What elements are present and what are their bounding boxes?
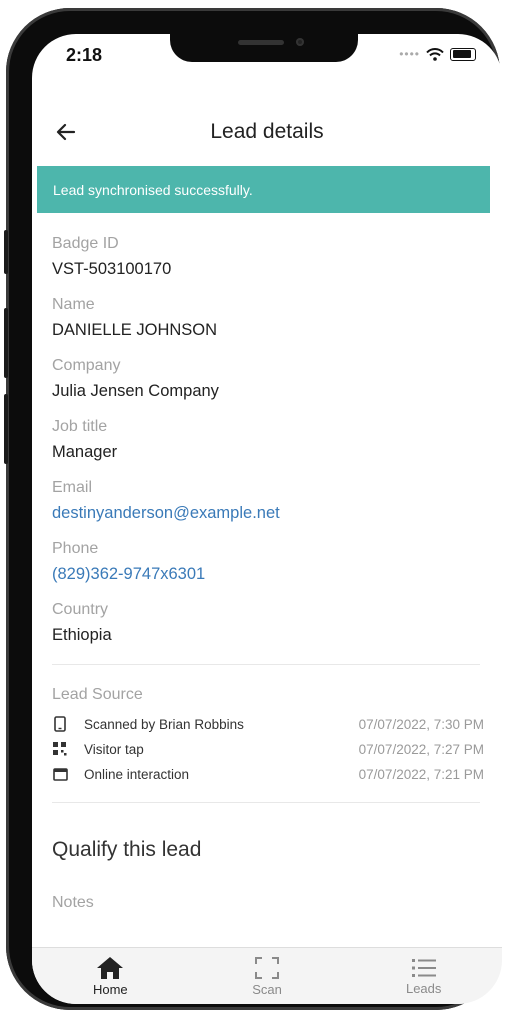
lead-source-text: Visitor tap xyxy=(84,741,144,757)
lead-source-label: Lead Source xyxy=(52,686,143,703)
home-icon xyxy=(97,956,124,979)
name-label: Name xyxy=(52,296,95,313)
bottom-navigation: Home Scan Leads xyxy=(32,947,502,1004)
sync-success-banner: Lead synchronised successfully. xyxy=(37,166,490,213)
phone-label: Phone xyxy=(52,540,99,557)
phone-field: Phone (829)362-9747x6301 xyxy=(52,539,205,585)
lead-source-text: Scanned by Brian Robbins xyxy=(84,716,244,732)
lead-source-row: Online interaction 07/07/2022, 7:21 PM xyxy=(52,762,484,786)
job-title-label: Job title xyxy=(52,418,108,435)
banner-message: Lead synchronised successfully. xyxy=(53,181,253,198)
company-field: Company Julia Jensen Company xyxy=(52,356,219,402)
country-label: Country xyxy=(52,601,109,618)
mute-switch xyxy=(4,230,8,274)
lead-source-row: Visitor tap 07/07/2022, 7:27 PM xyxy=(52,737,484,761)
top-app-bar: Lead details xyxy=(32,106,502,158)
volume-down-button xyxy=(4,394,8,464)
badge-id-field: Badge ID VST-503100170 xyxy=(52,234,171,280)
lead-source-time: 07/07/2022, 7:30 PM xyxy=(358,716,484,732)
email-label: Email xyxy=(52,479,93,496)
nav-home-label: Home xyxy=(92,981,128,997)
nav-home[interactable]: Home xyxy=(32,948,189,1004)
nav-leads[interactable]: Leads xyxy=(345,948,502,1004)
email-link[interactable]: destinyanderson@example.net xyxy=(52,502,280,524)
battery-icon xyxy=(450,47,476,61)
nav-scan-label: Scan xyxy=(252,981,282,997)
company-label: Company xyxy=(52,357,121,374)
job-title-value: Manager xyxy=(52,443,118,461)
status-time: 2:18 xyxy=(66,45,103,65)
badge-id-label: Badge ID xyxy=(52,235,119,252)
badge-id-value: VST-503100170 xyxy=(52,260,172,278)
country-field: Country Ethiopia xyxy=(52,600,112,646)
company-value: Julia Jensen Company xyxy=(52,382,219,400)
status-icons: •••• xyxy=(399,47,476,61)
nav-leads-label: Leads xyxy=(405,980,442,996)
phone-link[interactable]: (829)362-9747x6301 xyxy=(52,563,205,585)
lead-source-row: Scanned by Brian Robbins 07/07/2022, 7:3… xyxy=(52,712,484,736)
email-field: Email destinyanderson@example.net xyxy=(52,478,280,524)
lead-source-text: Online interaction xyxy=(84,766,190,782)
page-title: Lead details xyxy=(210,120,324,143)
signal-dots-icon: •••• xyxy=(399,47,420,61)
app-screen: 2:18 •••• Lead details Lead synchronised… xyxy=(32,34,502,1004)
name-value: DANIELLE JOHNSON xyxy=(52,321,218,339)
job-title-field: Job title Manager xyxy=(52,417,117,463)
notes-field[interactable]: Notes xyxy=(52,894,94,912)
volume-up-button xyxy=(4,308,8,378)
nav-scan[interactable]: Scan xyxy=(189,948,346,1004)
name-field: Name DANIELLE JOHNSON xyxy=(52,295,217,341)
section-divider xyxy=(52,802,480,803)
phone-frame: 2:18 •••• Lead details Lead synchronised… xyxy=(4,8,502,1010)
qualify-lead-heading: Qualify this lead xyxy=(52,838,202,861)
country-value: Ethiopia xyxy=(52,626,112,644)
scan-icon xyxy=(255,956,279,979)
browser-window-icon xyxy=(52,766,68,782)
list-icon xyxy=(411,958,436,977)
lead-source-time: 07/07/2022, 7:27 PM xyxy=(358,741,484,757)
lead-source-time: 07/07/2022, 7:21 PM xyxy=(358,766,484,782)
phone-icon xyxy=(52,716,68,732)
notch xyxy=(170,34,358,62)
qr-code-icon xyxy=(52,741,68,757)
section-divider xyxy=(52,664,480,665)
wifi-icon xyxy=(426,47,444,61)
